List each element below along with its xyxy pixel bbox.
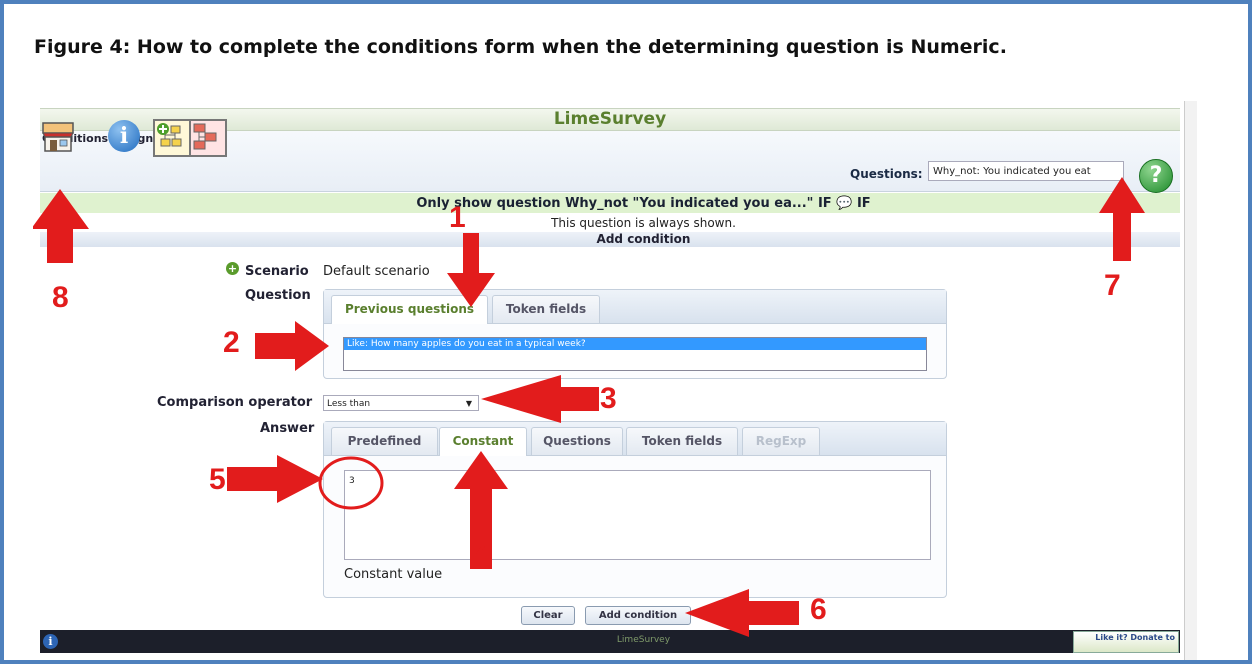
info-icon[interactable]: i bbox=[108, 120, 140, 152]
scrollbar[interactable] bbox=[1184, 101, 1197, 660]
tab-token-fields[interactable]: Token fields bbox=[492, 295, 600, 323]
previous-questions-list[interactable]: Like: How many apples do you eat in a ty… bbox=[343, 337, 927, 371]
help-icon[interactable]: ? bbox=[1139, 159, 1173, 193]
constant-value-label: Constant value bbox=[344, 567, 443, 582]
add-scenario-icon[interactable]: + bbox=[226, 262, 239, 275]
question-label: Question bbox=[245, 288, 311, 303]
add-condition-header: Add condition bbox=[596, 232, 691, 246]
always-shown-text: This question is always shown. bbox=[551, 216, 736, 230]
answer-label: Answer bbox=[260, 421, 315, 436]
answer-tabstrip: Predefined Constant Questions Token fiel… bbox=[324, 422, 946, 456]
tab-questions[interactable]: Questions bbox=[531, 427, 623, 455]
tab-predefined[interactable]: Predefined bbox=[331, 427, 438, 455]
arrow-2 bbox=[255, 321, 329, 371]
arrow-5 bbox=[227, 455, 323, 503]
donate-badge[interactable]: Like it? Donate to bbox=[1073, 631, 1179, 653]
constant-value-textarea[interactable]: 3 bbox=[344, 470, 931, 560]
limesurvey-screenshot: LimeSurvey Conditions designer: i Questi… bbox=[33, 101, 1248, 660]
condition-header-text: Only show question Why_not "You indicate… bbox=[416, 196, 832, 211]
home-icon[interactable] bbox=[41, 119, 75, 153]
questions-dropdown[interactable]: Why_not: You indicated you eat bbox=[928, 161, 1124, 181]
annotation-5: 5 bbox=[209, 463, 226, 496]
footer-text: LimeSurvey bbox=[616, 635, 671, 645]
questions-label: Questions: bbox=[850, 167, 923, 181]
selected-question-item[interactable]: Like: How many apples do you eat in a ty… bbox=[344, 338, 926, 350]
tab-regexp: RegExp bbox=[742, 427, 820, 455]
chevron-down-icon: ▼ bbox=[465, 399, 472, 408]
annotation-4: 4 bbox=[475, 536, 492, 569]
annotation-2: 2 bbox=[223, 326, 240, 359]
annotation-8: 8 bbox=[52, 281, 69, 314]
comparison-operator-label: Comparison operator bbox=[157, 395, 313, 410]
tab-answer-token-fields[interactable]: Token fields bbox=[626, 427, 738, 455]
scenario-value: Default scenario bbox=[323, 264, 430, 279]
tab-constant[interactable]: Constant bbox=[439, 427, 527, 456]
tab-previous-questions[interactable]: Previous questions bbox=[331, 295, 488, 324]
condition-header: Only show question Why_not "You indicate… bbox=[33, 196, 1248, 211]
annotation-7: 7 bbox=[1104, 269, 1121, 302]
clear-button[interactable]: Clear bbox=[521, 606, 575, 625]
arrow-3 bbox=[481, 375, 599, 423]
annotation-1: 1 bbox=[449, 201, 466, 234]
comparison-operator-dropdown[interactable]: Less than ▼ bbox=[323, 395, 479, 411]
figure-frame: Figure 4: How to complete the conditions… bbox=[0, 0, 1252, 664]
questions-dropdown-value: Why_not: You indicated you eat bbox=[933, 166, 1091, 177]
question-link-icon[interactable] bbox=[189, 119, 227, 157]
annotation-3: 3 bbox=[600, 382, 617, 415]
add-condition-button[interactable]: Add condition bbox=[585, 606, 691, 625]
add-question-icon[interactable] bbox=[153, 119, 191, 157]
question-tabstrip: Previous questions Token fields bbox=[324, 290, 946, 324]
condition-if-label: IF bbox=[856, 196, 871, 211]
speech-bubble-icon: 💬 bbox=[836, 196, 853, 211]
comparison-operator-value: Less than bbox=[327, 399, 371, 409]
annotation-6: 6 bbox=[810, 593, 827, 626]
figure-caption: Figure 4: How to complete the conditions… bbox=[34, 36, 1007, 58]
scenario-label: Scenario bbox=[245, 264, 309, 279]
